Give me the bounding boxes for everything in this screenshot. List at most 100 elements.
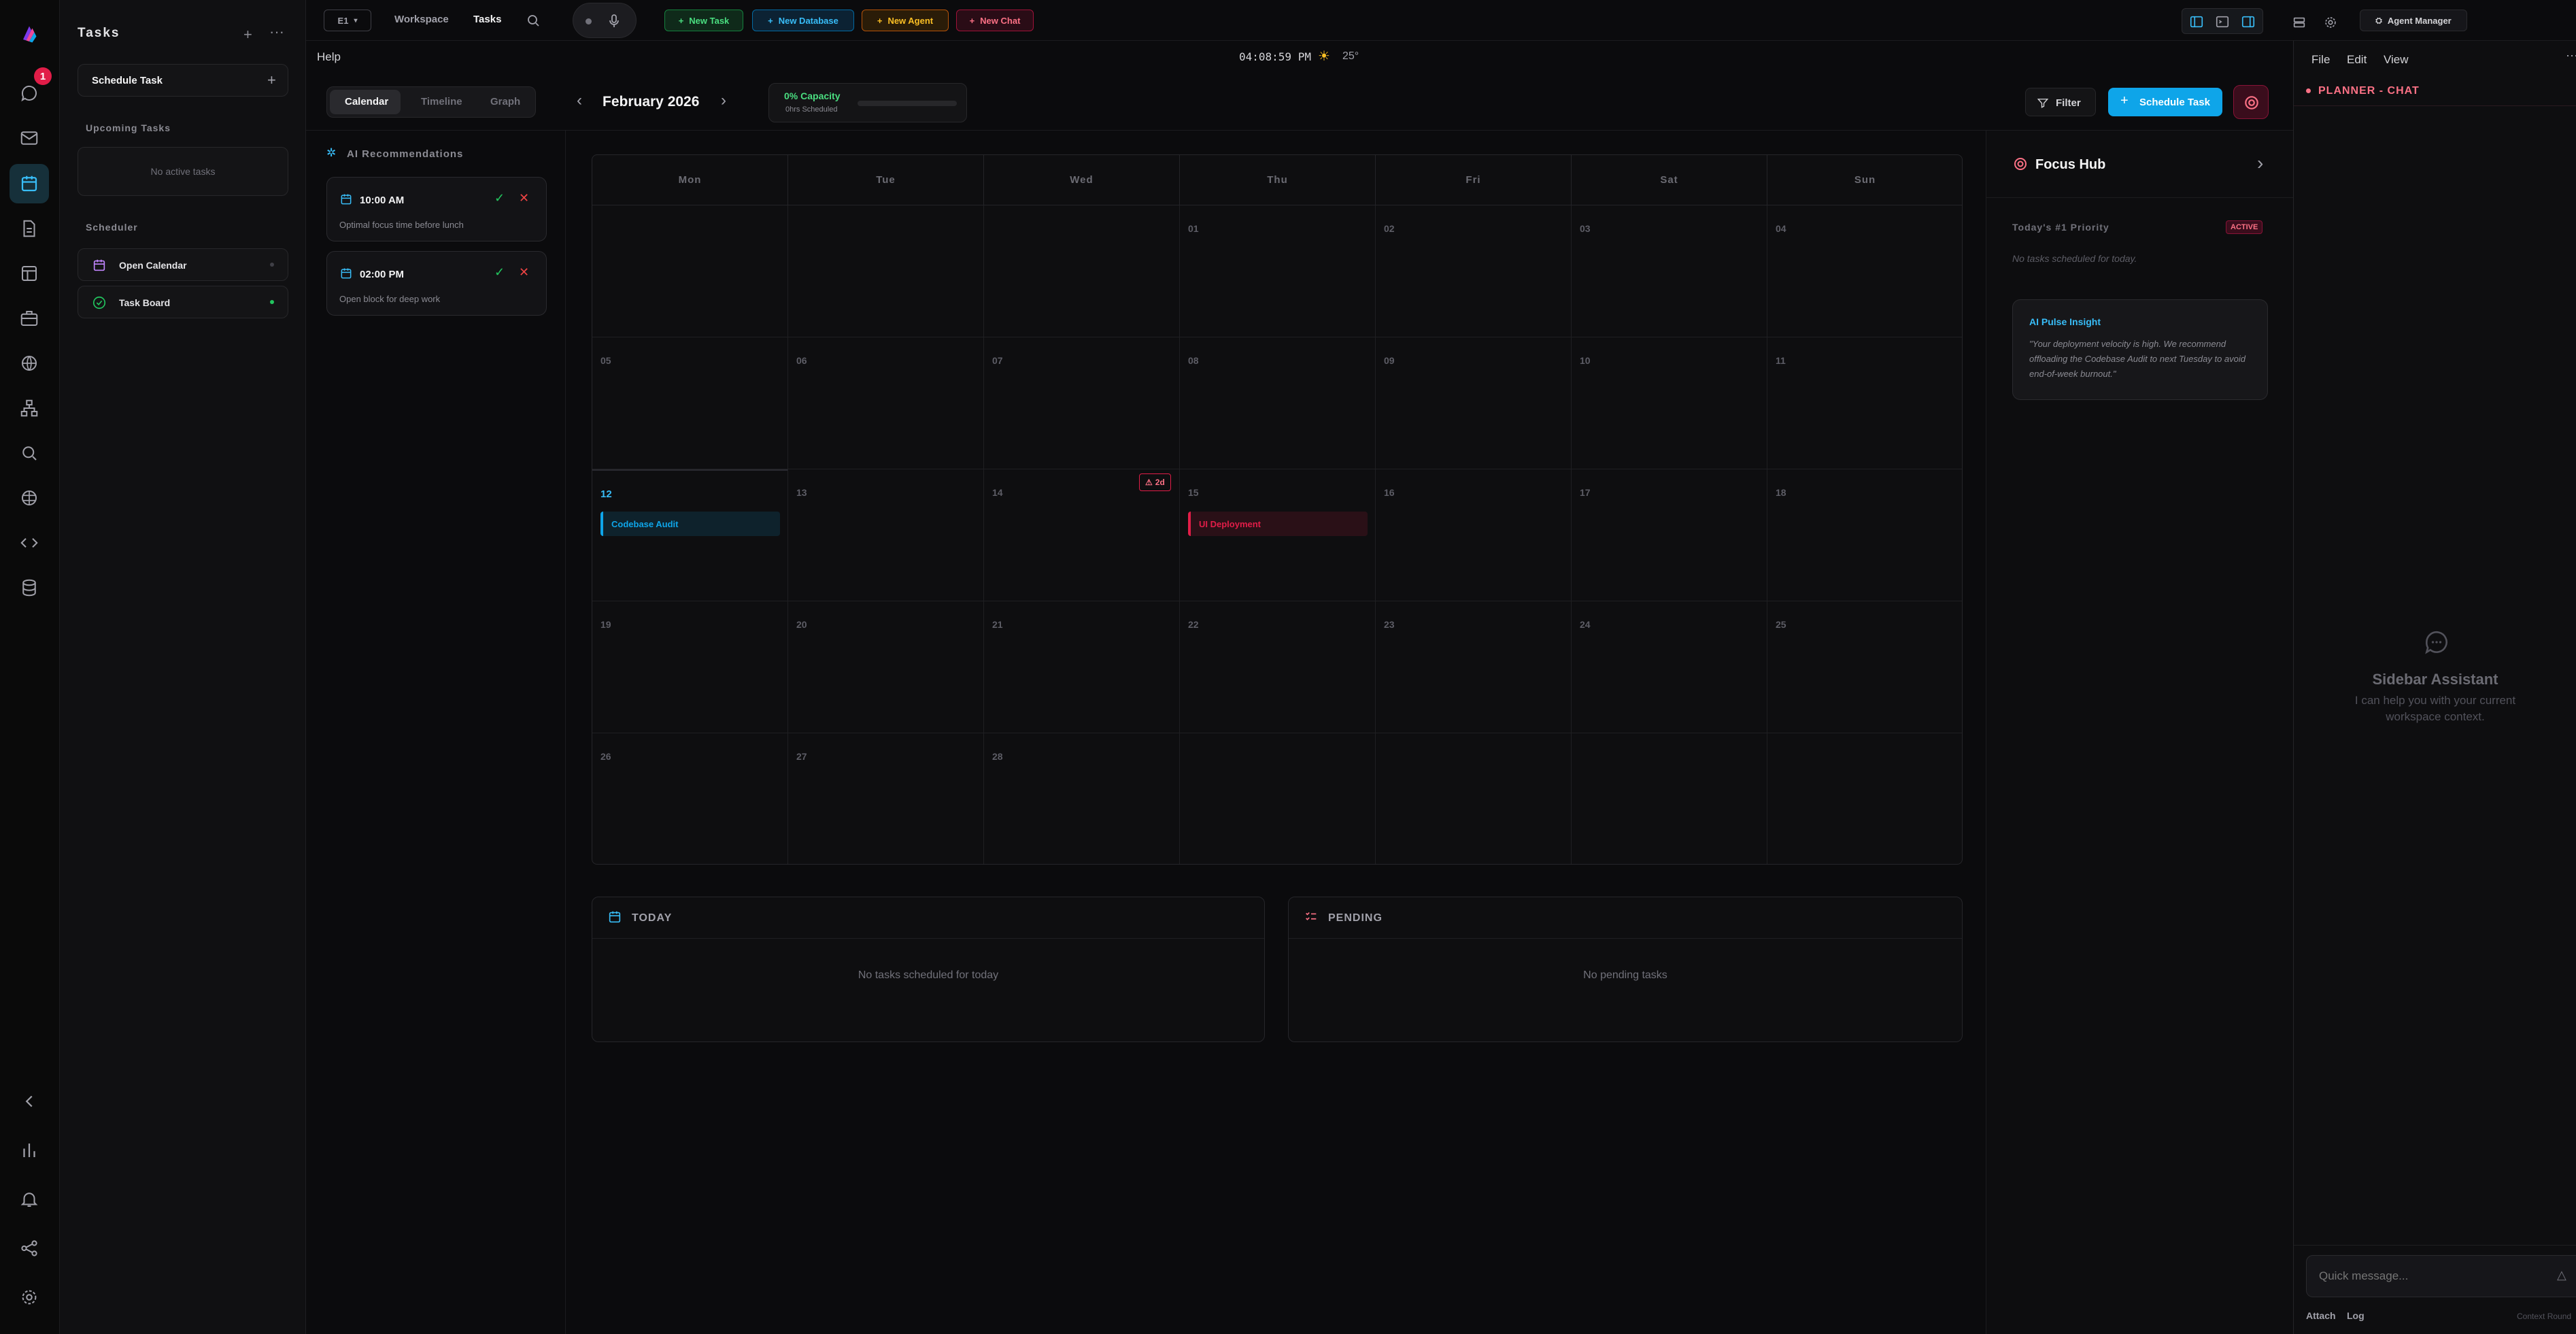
nav-workspace[interactable]: Workspace [394,14,449,25]
calendar-day-cell[interactable]: 24 [1572,601,1767,733]
share-icon[interactable] [10,1229,49,1268]
calendar-day-cell[interactable]: 02 [1376,205,1572,337]
dismiss-close-icon[interactable]: ✕ [519,265,529,280]
expand-chevron-icon[interactable]: › [2257,152,2263,174]
layout-icon[interactable] [10,254,49,293]
calendar-event[interactable]: Codebase Audit [600,512,780,536]
add-task-plus-icon[interactable]: + [243,26,252,44]
recommendation-card[interactable]: 10:00 AM ✓ ✕ Optimal focus time before l… [326,177,547,241]
scheduler-item-open-calendar[interactable]: Open Calendar [78,248,288,281]
new-database-button[interactable]: + New Database [752,10,854,31]
deadline-warning-badge: ⚠ 2d [1139,473,1171,491]
calendar-day-cell[interactable]: 25 [1767,601,1962,733]
calendar-day-cell[interactable]: 05 [592,337,788,469]
new-agent-button[interactable]: + New Agent [862,10,949,31]
accept-check-icon[interactable]: ✓ [494,265,505,280]
calendar-day-cell[interactable]: 11 [1767,337,1962,469]
more-options-icon[interactable]: ⋯ [2566,49,2576,63]
calendar-day-cell[interactable]: 04 [1767,205,1962,337]
search-icon[interactable] [10,433,49,473]
calendar-day-cell[interactable]: 01 [1180,205,1376,337]
app-logo-icon[interactable] [10,14,49,53]
code-icon[interactable] [10,523,49,563]
calendar-event[interactable]: UI Deployment [1188,512,1368,536]
collapse-chevron-icon[interactable] [10,1082,49,1121]
accept-check-icon[interactable]: ✓ [494,191,505,205]
nav-tasks[interactable]: Tasks [473,14,501,25]
calendar-day-cell[interactable]: 13 [788,469,984,601]
new-task-button[interactable]: + New Task [664,10,743,31]
next-month-chevron-icon[interactable]: › [721,91,726,110]
dismiss-close-icon[interactable]: ✕ [519,191,529,205]
tab-timeline[interactable]: Timeline [421,96,462,107]
microphone-icon[interactable] [606,13,622,29]
tab-graph[interactable]: Graph [490,96,520,107]
calendar-day-cell[interactable]: 09 [1376,337,1572,469]
terminal-panel-icon[interactable] [2215,14,2230,29]
recommendation-card[interactable]: 02:00 PM ✓ ✕ Open block for deep work [326,251,547,316]
analytics-icon[interactable] [10,1131,49,1170]
day-number: 25 [1776,619,1786,630]
help-menu[interactable]: Help [317,50,341,64]
calendar-day-cell[interactable]: 10 [1572,337,1767,469]
calendar-day-cell[interactable] [984,205,1180,337]
calendar-day-cell[interactable]: 20 [788,601,984,733]
settings-gear-icon[interactable] [2323,15,2338,30]
sidebar-left-icon[interactable] [2189,14,2204,29]
filter-button[interactable]: Filter [2025,88,2096,116]
more-options-icon[interactable]: ··· [269,23,284,41]
calendar-day-cell[interactable] [1180,733,1376,864]
calendar-day-cell[interactable] [1572,733,1767,864]
calendar-day-cell[interactable] [1376,733,1572,864]
new-chat-button[interactable]: + New Chat [956,10,1034,31]
log-button[interactable]: Log [2347,1310,2365,1321]
calendar-day-cell[interactable]: 03 [1572,205,1767,337]
day-number: 21 [992,619,1003,630]
sidebar-right-icon[interactable] [2241,14,2256,29]
calendar-day-cell[interactable]: 23 [1376,601,1572,733]
calendar-day-cell[interactable]: 28 [984,733,1180,864]
mail-icon[interactable] [10,118,49,158]
scheduler-item-task-board[interactable]: Task Board [78,286,288,318]
settings-gear-icon[interactable] [10,1278,49,1317]
calendar-day-cell[interactable]: 07 [984,337,1180,469]
calendar-day-cell[interactable]: 16 [1376,469,1572,601]
day-number: 03 [1580,223,1591,234]
send-icon[interactable]: △ [2557,1268,2566,1282]
calendar-day-cell[interactable] [1767,733,1962,864]
hierarchy-icon[interactable] [10,388,49,428]
calendar-day-cell[interactable]: 22 [1180,601,1376,733]
schedule-task-primary-button[interactable]: + Schedule Task [2108,88,2222,116]
document-icon[interactable] [10,209,49,248]
calendar-day-cell[interactable]: 08 [1180,337,1376,469]
web-icon[interactable] [10,478,49,518]
menu-view[interactable]: View [2384,53,2409,67]
briefcase-icon[interactable] [10,299,49,338]
calendar-day-cell[interactable]: 27 [788,733,984,864]
globe-icon[interactable] [10,344,49,383]
bell-icon[interactable] [10,1180,49,1219]
menu-edit[interactable]: Edit [2347,53,2367,67]
database-icon[interactable] [10,568,49,607]
voice-control[interactable] [573,3,637,38]
prev-month-chevron-icon[interactable]: ‹ [577,91,582,110]
calendar-day-cell[interactable]: 17 [1572,469,1767,601]
calendar-day-cell[interactable]: 21 [984,601,1180,733]
agent-manager-button[interactable]: ⛭ Agent Manager [2360,10,2467,31]
schedule-task-button[interactable]: Schedule Task + [78,64,288,97]
menu-file[interactable]: File [2311,53,2330,67]
quick-message-input[interactable] [2318,1265,2549,1287]
calendar-day-cell[interactable]: 26 [592,733,788,864]
grid-view-icon[interactable] [2292,15,2307,30]
attach-button[interactable]: Attach [2306,1310,2336,1321]
calendar-day-cell[interactable]: 19 [592,601,788,733]
focus-target-button[interactable] [2233,85,2269,119]
calendar-icon[interactable] [10,164,49,203]
calendar-day-cell[interactable] [788,205,984,337]
calendar-day-cell[interactable] [592,205,788,337]
insight-text: "Your deployment velocity is high. We re… [2029,339,2245,379]
calendar-day-cell[interactable]: 06 [788,337,984,469]
search-icon[interactable] [525,12,541,29]
calendar-day-cell[interactable]: 18 [1767,469,1962,601]
workspace-selector[interactable]: E1 ▾ [324,10,371,31]
